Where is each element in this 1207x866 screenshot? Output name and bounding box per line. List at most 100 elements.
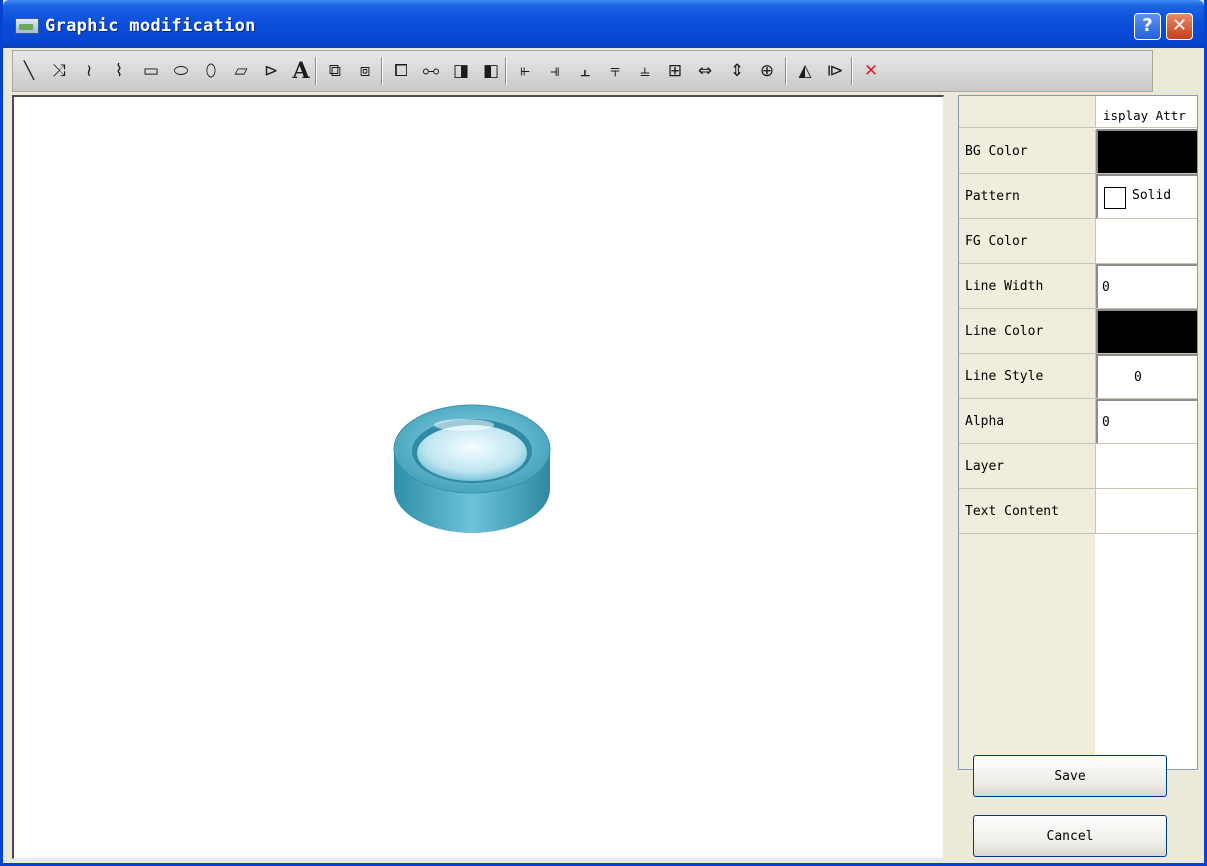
same-size-icon[interactable]: ⊕ bbox=[755, 59, 779, 83]
cylinder-button-shape[interactable] bbox=[392, 401, 552, 537]
property-label: Pattern bbox=[965, 189, 1020, 204]
align-center-vertical-icon[interactable]: ⊞ bbox=[663, 59, 687, 83]
property-value-text: Solid bbox=[1132, 188, 1172, 203]
display-attr-header: isplay Attr bbox=[1103, 108, 1186, 123]
rectangle-tool-glyph: ▭ bbox=[142, 61, 160, 81]
send-backward-icon[interactable]: ◧ bbox=[479, 59, 503, 83]
property-label: Text Content bbox=[965, 504, 1059, 519]
parallelogram-tool-glyph: ▱ bbox=[234, 61, 248, 81]
property-value[interactable] bbox=[1096, 444, 1197, 488]
flip-horizontal-icon[interactable]: ◭ bbox=[793, 59, 817, 83]
align-bottom-icon[interactable]: ⫨ bbox=[633, 59, 657, 83]
align-left-icon[interactable]: ⫦ bbox=[513, 59, 537, 83]
align-center-horizontal-icon[interactable]: ⫠ bbox=[573, 59, 597, 83]
toolbar-separator bbox=[851, 57, 853, 85]
drawing-canvas[interactable] bbox=[12, 95, 944, 859]
line-tool-icon[interactable]: ╲ bbox=[17, 59, 41, 83]
property-row[interactable]: Line Width 0 bbox=[959, 264, 1197, 309]
property-label: BG Color bbox=[965, 144, 1028, 159]
flip-horizontal-glyph: ◭ bbox=[798, 61, 812, 81]
align-right-icon[interactable]: ⫣ bbox=[543, 59, 567, 83]
same-size-glyph: ⊕ bbox=[759, 61, 775, 81]
bring-to-front-glyph: ⧠ bbox=[394, 61, 408, 81]
rounded-rect-tool-glyph: ⬭ bbox=[173, 61, 189, 81]
align-bottom-glyph: ⫨ bbox=[640, 61, 650, 81]
line-tool-glyph: ╲ bbox=[23, 61, 35, 81]
drawing-toolbar: ╲ ⤨ ≀ ⌇ ▭ ⬭ ⬯ ▱ ⊳ A ⧉ ⧈ ⧠ ⧟ ◨ ◧ ⫦ ⫣ ⫠ ⫧ ⫨ ⊞ ⇔ ⇕ ⊕ ◭ ⧐ ✕ bbox=[12, 50, 1153, 92]
curve-tool-icon[interactable]: ≀ bbox=[77, 59, 101, 83]
property-value[interactable]: 0 bbox=[1096, 399, 1197, 443]
property-label: Line Width bbox=[965, 279, 1044, 294]
freehand-tool-icon[interactable]: ⌇ bbox=[107, 59, 131, 83]
parallelogram-tool-icon[interactable]: ▱ bbox=[229, 59, 253, 83]
property-label: Line Style bbox=[965, 369, 1044, 384]
bring-forward-glyph: ◨ bbox=[452, 61, 470, 81]
same-width-glyph: ⇔ bbox=[697, 61, 713, 81]
ellipse-tool-icon[interactable]: ⬯ bbox=[199, 59, 223, 83]
property-grid-header: isplay Attr bbox=[959, 96, 1197, 128]
property-label: Layer bbox=[965, 459, 1005, 474]
align-top-icon[interactable]: ⫧ bbox=[603, 59, 627, 83]
close-button[interactable]: ✕ bbox=[1166, 13, 1193, 40]
property-value-text: 0 bbox=[1102, 280, 1110, 295]
dialog-window: Graphic modification ? ✕ ╲ ⤨ ≀ ⌇ ▭ ⬭ ⬯ ▱ ⊳ A ⧉ ⧈ ⧠ ⧟ ◨… bbox=[0, 0, 1207, 866]
ellipse-tool-glyph: ⬯ bbox=[205, 61, 217, 81]
send-to-back-icon[interactable]: ⧟ bbox=[419, 59, 443, 83]
bring-to-front-icon[interactable]: ⧠ bbox=[389, 59, 413, 83]
toolbar-separator bbox=[785, 57, 787, 85]
bring-forward-icon[interactable]: ◨ bbox=[449, 59, 473, 83]
polygon-tool-icon[interactable]: ⊳ bbox=[259, 59, 283, 83]
property-row[interactable]: Line Color bbox=[959, 309, 1197, 354]
rounded-rect-tool-icon[interactable]: ⬭ bbox=[169, 59, 193, 83]
align-left-glyph: ⫦ bbox=[520, 61, 530, 81]
property-label: FG Color bbox=[965, 234, 1028, 249]
polyline-tool-icon[interactable]: ⤨ bbox=[47, 59, 71, 83]
toolbar-separator bbox=[505, 57, 507, 85]
property-value-text: 0 bbox=[1134, 370, 1142, 385]
property-label: Alpha bbox=[965, 414, 1005, 429]
delete-icon[interactable]: ✕ bbox=[859, 59, 883, 83]
align-top-glyph: ⫧ bbox=[610, 61, 620, 81]
ungroup-glyph: ⧈ bbox=[359, 61, 371, 81]
flip-vertical-glyph: ⧐ bbox=[826, 61, 844, 81]
text-tool-icon[interactable]: A bbox=[289, 58, 313, 84]
toolbar-separator bbox=[381, 57, 383, 85]
property-value[interactable] bbox=[1096, 489, 1197, 533]
ungroup-icon[interactable]: ⧈ bbox=[353, 59, 377, 83]
title-bar[interactable]: Graphic modification ? ✕ bbox=[3, 0, 1204, 48]
color-swatch[interactable] bbox=[1096, 129, 1197, 173]
toolbar-separator bbox=[315, 57, 317, 85]
align-right-glyph: ⫣ bbox=[549, 61, 561, 81]
flip-vertical-icon[interactable]: ⧐ bbox=[823, 59, 847, 83]
property-row[interactable]: FG Color bbox=[959, 219, 1197, 264]
property-row[interactable]: Line Style 0 bbox=[959, 354, 1197, 399]
property-value[interactable] bbox=[1096, 219, 1197, 263]
save-button[interactable]: Save bbox=[973, 755, 1167, 797]
window-title: Graphic modification bbox=[45, 16, 256, 36]
group-glyph: ⧉ bbox=[328, 61, 342, 81]
polygon-tool-glyph: ⊳ bbox=[263, 61, 279, 81]
rectangle-tool-icon[interactable]: ▭ bbox=[139, 59, 163, 83]
send-to-back-glyph: ⧟ bbox=[422, 61, 440, 81]
same-width-icon[interactable]: ⇔ bbox=[693, 59, 717, 83]
property-value[interactable]: Solid bbox=[1096, 174, 1197, 218]
curve-tool-glyph: ≀ bbox=[85, 61, 93, 81]
align-center-vertical-glyph: ⊞ bbox=[667, 61, 683, 81]
property-row[interactable]: Layer bbox=[959, 444, 1197, 489]
group-icon[interactable]: ⧉ bbox=[323, 59, 347, 83]
delete-glyph: ✕ bbox=[863, 61, 879, 81]
same-height-glyph: ⇕ bbox=[729, 61, 745, 81]
property-grid: isplay Attr BG Color Pattern Solid FG Color… bbox=[958, 95, 1198, 770]
same-height-icon[interactable]: ⇕ bbox=[725, 59, 749, 83]
property-row[interactable]: Text Content bbox=[959, 489, 1197, 534]
color-swatch[interactable] bbox=[1096, 309, 1197, 353]
property-row[interactable]: BG Color bbox=[959, 129, 1197, 174]
property-value[interactable]: 0 bbox=[1096, 354, 1197, 398]
property-row[interactable]: Pattern Solid bbox=[959, 174, 1197, 219]
cancel-button[interactable]: Cancel bbox=[973, 815, 1167, 857]
help-button[interactable]: ? bbox=[1134, 13, 1161, 40]
property-value[interactable]: 0 bbox=[1096, 264, 1197, 308]
property-row[interactable]: Alpha 0 bbox=[959, 399, 1197, 444]
property-label: Line Color bbox=[965, 324, 1044, 339]
text-tool-glyph: A bbox=[292, 58, 310, 84]
